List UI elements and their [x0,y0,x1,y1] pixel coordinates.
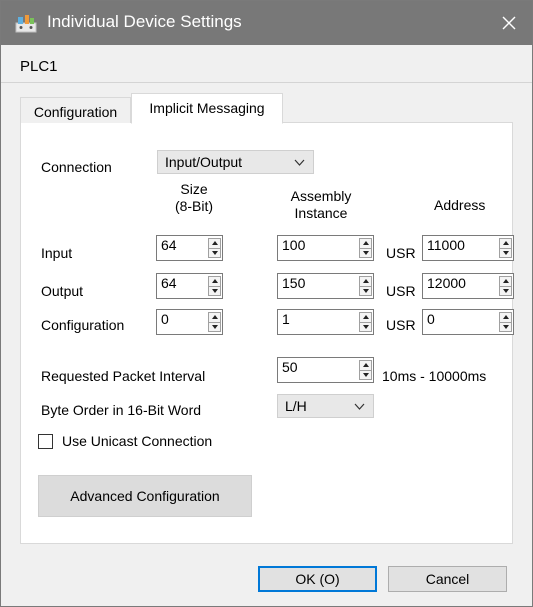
output-address-value: 12000 [427,275,466,291]
output-label: Output [41,283,84,299]
byte-order-value: L/H [285,398,307,414]
output-assembly-value: 150 [282,275,306,291]
spin-buttons[interactable] [499,238,512,258]
configuration-address-stepper[interactable]: 0 [422,309,514,335]
input-address-prefix: USR [386,245,416,261]
close-icon [502,16,516,30]
input-label: Input [41,245,73,261]
spin-buttons[interactable] [208,238,221,258]
connection-label: Connection [41,159,112,175]
input-address-value: 11000 [427,237,465,253]
device-name: PLC1 [20,58,58,75]
output-size-value: 64 [161,275,177,291]
rpi-stepper[interactable]: 50 [277,357,374,383]
assembly-header-line2: Instance [294,205,348,221]
rpi-range: 10ms - 10000ms [382,368,487,384]
input-assembly-stepper[interactable]: 100 [277,235,374,261]
address-header: Address [434,197,486,213]
configuration-address-prefix: USR [386,317,416,333]
device-settings-icon [15,15,37,33]
ok-button[interactable]: OK (O) [258,566,377,592]
configuration-address-value: 0 [427,311,435,327]
input-size-stepper[interactable]: 64 [156,235,223,261]
window-title: Individual Device Settings [47,12,242,31]
unicast-label[interactable]: Use Unicast Connection [62,433,212,449]
output-address-prefix: USR [386,283,416,299]
configuration-assembly-value: 1 [282,311,290,327]
byte-order-select[interactable]: L/H [277,394,374,418]
rpi-label: Requested Packet Interval [41,368,206,384]
output-size-stepper[interactable]: 64 [156,273,223,299]
cancel-button[interactable]: Cancel [388,566,507,592]
spin-buttons[interactable] [359,276,372,296]
title-bar: Individual Device Settings [1,1,532,45]
byte-order-label: Byte Order in 16-Bit Word [41,402,202,418]
size-header-line2: (8-Bit) [174,198,214,214]
spin-buttons[interactable] [359,312,372,332]
configuration-label: Configuration [41,317,125,333]
assembly-header: Assembly Instance [271,188,371,222]
divider [1,82,532,83]
rpi-value: 50 [282,359,298,375]
chevron-down-icon [354,403,365,410]
output-address-stepper[interactable]: 12000 [422,273,514,299]
tab-implicit-messaging[interactable]: Implicit Messaging [131,93,283,124]
connection-value: Input/Output [165,154,243,170]
unicast-checkbox[interactable] [38,434,53,449]
size-header: Size (8-Bit) [149,181,239,215]
configuration-assembly-stepper[interactable]: 1 [277,309,374,335]
connection-select[interactable]: Input/Output [157,150,314,174]
spin-buttons[interactable] [499,276,512,296]
size-header-line1: Size [180,181,208,197]
assembly-header-line1: Assembly [290,188,352,204]
spin-buttons[interactable] [359,360,372,380]
spin-buttons[interactable] [208,312,221,332]
configuration-size-value: 0 [161,311,169,327]
close-button[interactable] [486,1,532,45]
spin-buttons[interactable] [499,312,512,332]
input-size-value: 64 [161,237,177,253]
input-address-stepper[interactable]: 11000 [422,235,514,261]
tab-configuration[interactable]: Configuration [20,97,131,123]
input-assembly-value: 100 [282,237,306,253]
chevron-down-icon [294,159,305,166]
advanced-configuration-button[interactable]: Advanced Configuration [38,475,252,517]
output-assembly-stepper[interactable]: 150 [277,273,374,299]
configuration-size-stepper[interactable]: 0 [156,309,223,335]
dialog-window: Individual Device Settings PLC1 Configur… [0,0,533,607]
spin-buttons[interactable] [359,238,372,258]
spin-buttons[interactable] [208,276,221,296]
